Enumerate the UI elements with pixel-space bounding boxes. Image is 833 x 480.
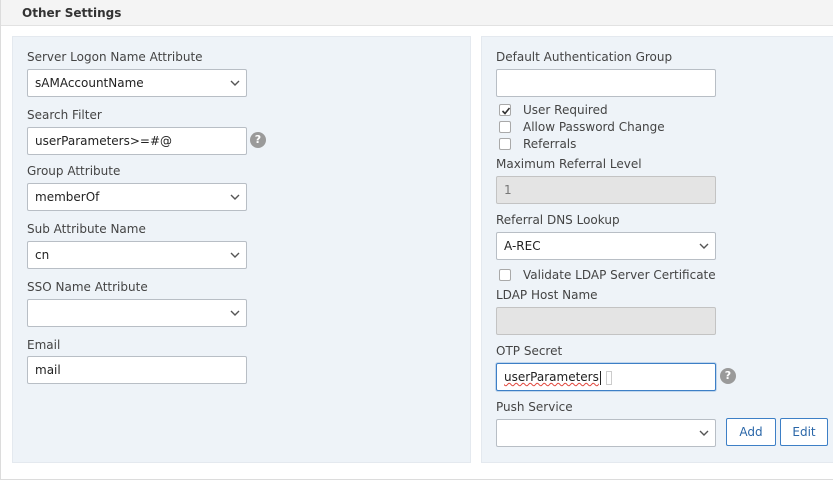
sub-attribute-value: cn: [35, 248, 50, 262]
default-auth-group-input[interactable]: [496, 69, 716, 97]
ldap-host-label: LDAP Host Name: [496, 288, 598, 302]
section-header[interactable]: Other Settings: [1, 0, 833, 26]
chevron-down-icon: [699, 430, 709, 436]
allow-password-change-label: Allow Password Change: [523, 120, 665, 134]
email-value: mail: [35, 363, 61, 377]
other-settings-section: Other Settings Server Logon Name Attribu…: [0, 0, 833, 480]
referral-dns-select[interactable]: A-REC: [496, 232, 716, 260]
sso-name-label: SSO Name Attribute: [27, 280, 148, 294]
help-glyph: ?: [724, 369, 732, 382]
group-attribute-label: Group Attribute: [27, 164, 121, 178]
chevron-down-icon: [699, 243, 709, 249]
ldap-host-input: [496, 307, 716, 335]
sub-attribute-label: Sub Attribute Name: [27, 222, 146, 236]
add-push-service-button[interactable]: Add: [726, 418, 776, 446]
chevron-down-icon: [230, 80, 240, 86]
referral-dns-value: A-REC: [504, 239, 541, 253]
default-auth-group-label: Default Authentication Group: [496, 50, 673, 64]
referrals-row[interactable]: Referrals: [499, 136, 699, 152]
otp-secret-value: userParameters: [504, 370, 599, 384]
server-logon-label: Server Logon Name Attribute: [27, 50, 203, 64]
group-attribute-select[interactable]: memberOf: [27, 183, 247, 211]
referrals-checkbox[interactable]: [499, 138, 511, 150]
sub-attribute-select[interactable]: cn: [27, 241, 247, 269]
search-filter-label: Search Filter: [27, 108, 102, 122]
user-required-checkbox[interactable]: [499, 104, 511, 116]
allow-password-change-row[interactable]: Allow Password Change: [499, 119, 699, 135]
user-required-label: User Required: [523, 103, 608, 117]
server-logon-value: sAMAccountName: [35, 76, 144, 90]
sso-name-select[interactable]: [27, 299, 247, 327]
validate-ldap-label: Validate LDAP Server Certificate: [523, 268, 716, 282]
allow-password-change-checkbox[interactable]: [499, 121, 511, 133]
email-input[interactable]: mail: [27, 356, 247, 384]
search-filter-value: userParameters>=#@: [35, 134, 173, 148]
help-icon[interactable]: ?: [720, 368, 736, 384]
text-caret: [599, 370, 601, 385]
otp-secret-input[interactable]: userParameters: [496, 363, 716, 391]
help-glyph: ?: [254, 133, 262, 146]
chevron-down-icon: [230, 310, 240, 316]
help-icon[interactable]: ?: [250, 132, 266, 148]
otp-secret-label: OTP Secret: [496, 344, 563, 358]
max-referral-level-value: 1: [504, 183, 512, 197]
user-required-checkbox-row[interactable]: User Required: [499, 102, 699, 118]
max-referral-level-input: 1: [496, 176, 716, 204]
edit-push-service-button[interactable]: Edit: [780, 418, 828, 446]
section-title: Other Settings: [22, 6, 122, 20]
chevron-down-icon: [230, 194, 240, 200]
validate-ldap-checkbox[interactable]: [499, 269, 511, 281]
group-attribute-value: memberOf: [35, 190, 100, 204]
checkmark-icon: [501, 107, 511, 115]
i-beam-cursor-icon: [605, 370, 612, 385]
referrals-label: Referrals: [523, 137, 577, 151]
validate-ldap-row[interactable]: Validate LDAP Server Certificate: [499, 267, 719, 283]
server-logon-select[interactable]: sAMAccountName: [27, 69, 247, 97]
referral-dns-label: Referral DNS Lookup: [496, 213, 620, 227]
push-service-select[interactable]: [496, 419, 716, 447]
search-filter-input[interactable]: userParameters>=#@: [27, 127, 247, 155]
email-label: Email: [27, 338, 61, 352]
chevron-down-icon: [230, 252, 240, 258]
max-referral-level-label: Maximum Referral Level: [496, 157, 642, 171]
push-service-label: Push Service: [496, 400, 573, 414]
